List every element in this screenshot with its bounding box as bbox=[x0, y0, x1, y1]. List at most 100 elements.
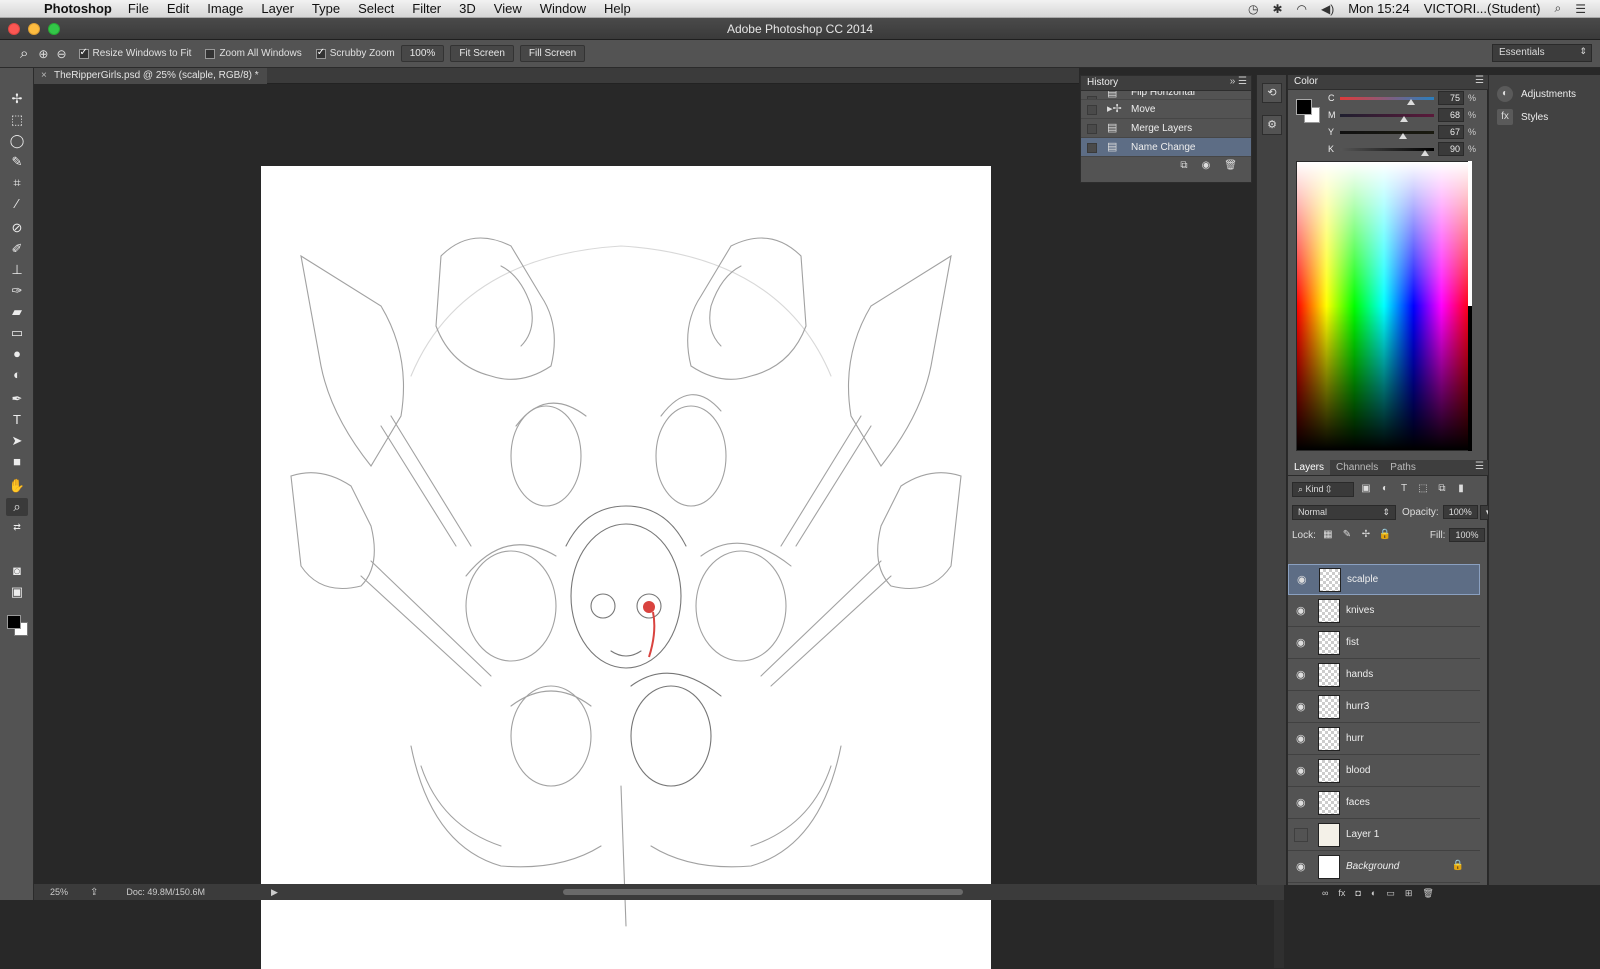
resize-windows-checkbox[interactable] bbox=[78, 47, 89, 59]
quick-mask-icon[interactable]: ◙ bbox=[6, 562, 28, 580]
layer-name[interactable]: knives bbox=[1346, 605, 1374, 616]
visibility-eye-icon[interactable]: ◉ bbox=[1296, 670, 1310, 681]
menubar-user[interactable]: VICTORI...(Student) bbox=[1424, 1, 1541, 16]
add-mask-icon[interactable]: ◘ bbox=[1355, 888, 1360, 898]
tab-channels[interactable]: Channels bbox=[1330, 460, 1384, 475]
slider-track[interactable] bbox=[1340, 114, 1434, 117]
visibility-eye-icon[interactable]: ◉ bbox=[1296, 702, 1310, 713]
time-machine-icon[interactable]: ◷ bbox=[1248, 2, 1258, 16]
slider-thumb[interactable] bbox=[1398, 133, 1407, 139]
filter-type-icon[interactable]: T bbox=[1397, 482, 1411, 496]
blend-mode-dropdown[interactable]: Normal ⇕ bbox=[1292, 504, 1396, 520]
menu-layer[interactable]: Layer bbox=[261, 1, 294, 16]
menu-3d[interactable]: 3D bbox=[459, 1, 476, 16]
close-tab-icon[interactable]: × bbox=[41, 68, 47, 84]
history-snapshot-box[interactable] bbox=[1087, 124, 1097, 134]
slider-track[interactable] bbox=[1340, 97, 1434, 100]
layer-name[interactable]: blood bbox=[1346, 765, 1370, 776]
tab-paths[interactable]: Paths bbox=[1384, 460, 1422, 475]
eyedropper-tool-icon[interactable]: ⁄ bbox=[6, 195, 28, 213]
layer-name[interactable]: hurr bbox=[1346, 733, 1364, 744]
color-panel-title[interactable]: Color bbox=[1294, 76, 1318, 87]
slider-value-field[interactable]: 68 bbox=[1438, 108, 1464, 122]
menu-filter[interactable]: Filter bbox=[412, 1, 441, 16]
menubar-clock[interactable]: Mon 15:24 bbox=[1348, 1, 1409, 16]
canvas-workspace[interactable] bbox=[34, 84, 1284, 969]
spotlight-search-icon[interactable]: ⌕ bbox=[1555, 1, 1562, 16]
layer-thumbnail[interactable] bbox=[1318, 663, 1340, 687]
quick-select-tool-icon[interactable]: ✎ bbox=[6, 153, 28, 171]
lock-all-icon[interactable]: 🔒 bbox=[1378, 528, 1392, 542]
lock-position-icon[interactable]: ✢ bbox=[1359, 528, 1373, 542]
layer-thumbnail[interactable] bbox=[1318, 855, 1340, 879]
layer-row-layer-1[interactable]: Layer 1 bbox=[1288, 820, 1480, 851]
layer-row-hurr3[interactable]: ◉ hurr3 bbox=[1288, 692, 1480, 723]
layer-thumbnail[interactable] bbox=[1318, 695, 1340, 719]
new-snapshot-icon[interactable]: ◉ bbox=[1202, 160, 1211, 171]
layer-row-knives[interactable]: ◉ knives bbox=[1288, 596, 1480, 627]
zoom-window-button[interactable] bbox=[48, 23, 60, 35]
history-item[interactable]: ▤ Merge Layers bbox=[1081, 119, 1251, 138]
healing-brush-tool-icon[interactable]: ⊘ bbox=[6, 219, 28, 237]
share-icon[interactable]: ⇪ bbox=[90, 887, 98, 898]
slider-value-field[interactable]: 75 bbox=[1438, 91, 1464, 105]
crop-tool-icon[interactable]: ⌗ bbox=[6, 174, 28, 192]
visibility-eye-icon[interactable]: ◉ bbox=[1296, 798, 1310, 809]
layer-lock-icon[interactable]: 🔒 bbox=[1452, 860, 1464, 871]
styles-panel-button[interactable]: fx Styles bbox=[1497, 108, 1548, 126]
notification-center-icon[interactable]: ☰ bbox=[1575, 2, 1586, 16]
filter-shape-icon[interactable]: ⬚ bbox=[1416, 482, 1430, 496]
history-item-selected[interactable]: ▤ Name Change bbox=[1081, 138, 1251, 157]
pen-tool-icon[interactable]: ✒ bbox=[6, 390, 28, 408]
history-item[interactable]: ▤ Flip Horizontal bbox=[1081, 91, 1251, 100]
layer-row-blood[interactable]: ◉ blood bbox=[1288, 756, 1480, 787]
color-spectrum-ramp[interactable] bbox=[1296, 161, 1472, 451]
visibility-eye-icon[interactable]: ◉ bbox=[1296, 734, 1310, 745]
visibility-eye-icon[interactable]: ◉ bbox=[1296, 606, 1310, 617]
path-select-tool-icon[interactable]: ➤ bbox=[6, 432, 28, 450]
new-layer-icon[interactable]: ⊞ bbox=[1405, 888, 1413, 899]
swap-colors-icon[interactable]: ⇄ bbox=[6, 518, 28, 536]
minimize-window-button[interactable] bbox=[28, 23, 40, 35]
type-tool-icon[interactable]: T bbox=[6, 411, 28, 429]
clone-stamp-tool-icon[interactable]: ⊥ bbox=[6, 261, 28, 279]
foreground-color-swatch[interactable] bbox=[1296, 99, 1312, 115]
history-snapshot-box[interactable] bbox=[1087, 143, 1097, 153]
filter-pixel-icon[interactable]: ▣ bbox=[1359, 482, 1373, 496]
history-panel-title[interactable]: History bbox=[1087, 77, 1118, 88]
layer-thumbnail[interactable] bbox=[1318, 791, 1340, 815]
zoom-out-icon[interactable]: ⊖ bbox=[56, 47, 66, 61]
menu-help[interactable]: Help bbox=[604, 1, 631, 16]
document-canvas[interactable] bbox=[261, 166, 991, 969]
fill-field[interactable]: 100% bbox=[1449, 528, 1485, 542]
panel-menu-icon[interactable]: » ☰ bbox=[1230, 76, 1247, 87]
layer-row-background[interactable]: ◉ Background 🔒 bbox=[1288, 852, 1480, 883]
layer-thumbnail[interactable] bbox=[1318, 759, 1340, 783]
layer-thumbnail[interactable] bbox=[1319, 568, 1341, 592]
link-layers-icon[interactable]: ∞ bbox=[1322, 888, 1328, 898]
new-document-from-state-icon[interactable]: ⧉ bbox=[1180, 160, 1187, 171]
menu-file[interactable]: File bbox=[128, 1, 149, 16]
lock-transparent-icon[interactable]: ▦ bbox=[1321, 528, 1335, 542]
history-brush-tool-icon[interactable]: ✑ bbox=[6, 282, 28, 300]
blur-tool-icon[interactable]: ● bbox=[6, 345, 28, 363]
layer-thumbnail[interactable] bbox=[1318, 599, 1340, 623]
history-panel-icon[interactable]: ⟲ bbox=[1262, 83, 1282, 103]
layer-name[interactable]: Background bbox=[1346, 861, 1399, 872]
slider-thumb[interactable] bbox=[1420, 150, 1429, 156]
delete-state-icon[interactable]: 🗑 bbox=[1224, 160, 1237, 171]
slider-track[interactable] bbox=[1340, 131, 1434, 134]
layer-name[interactable]: Layer 1 bbox=[1346, 829, 1379, 840]
menu-image[interactable]: Image bbox=[207, 1, 243, 16]
horizontal-scroll-thumb[interactable] bbox=[563, 889, 963, 895]
volume-icon[interactable]: ◀) bbox=[1321, 2, 1334, 16]
rectangle-tool-icon[interactable]: ■ bbox=[6, 453, 28, 471]
slider-thumb[interactable] bbox=[1406, 99, 1415, 105]
zoom-all-checkbox[interactable] bbox=[205, 48, 216, 59]
layer-name[interactable]: hurr3 bbox=[1346, 701, 1369, 712]
menu-edit[interactable]: Edit bbox=[167, 1, 189, 16]
foreground-color-swatch[interactable] bbox=[7, 615, 21, 629]
color-panel-swatches[interactable] bbox=[1296, 99, 1324, 127]
move-tool-icon[interactable]: ✢ bbox=[6, 90, 28, 108]
new-adjustment-layer-icon[interactable]: ◐ bbox=[1371, 888, 1376, 898]
